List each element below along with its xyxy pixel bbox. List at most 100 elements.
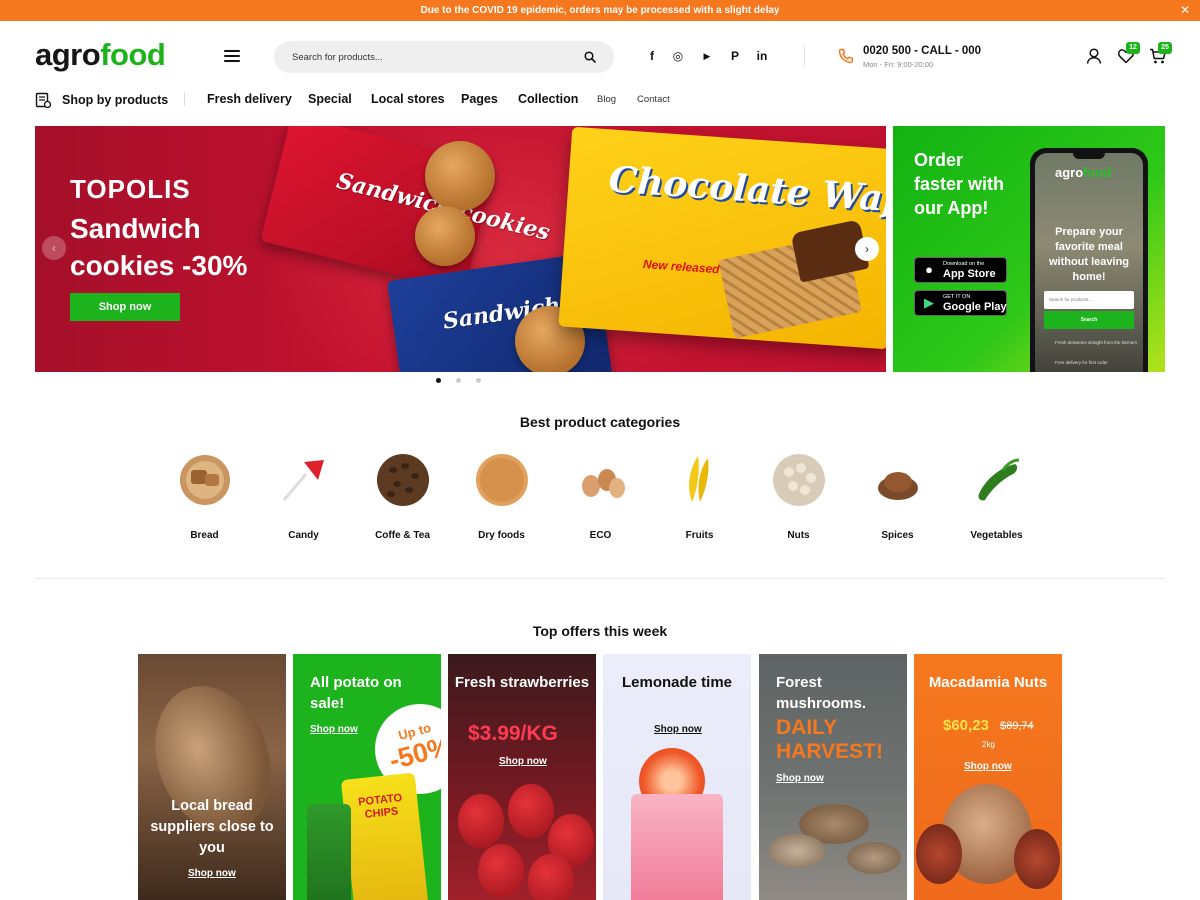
phone-feature: Fresh deliveries straight from the farme… [1055,340,1138,345]
nav-collection[interactable]: Collection [518,92,578,106]
category-vegetables[interactable]: Vegetables [947,450,1046,550]
cart-count-badge: 25 [1158,42,1172,54]
chips-bag-image [307,804,351,900]
facebook-icon[interactable]: f [645,49,659,63]
carousel-dot[interactable] [476,378,481,383]
cookie-image [415,206,475,266]
offer-card-macadamia[interactable]: Macadamia Nuts $60,23 $89,74 2kg Shop no… [914,654,1062,900]
nav-fresh-delivery[interactable]: Fresh delivery [207,92,292,106]
phone-screen: agrofood Prepare your favorite meal with… [1035,153,1143,372]
app-store-small: Download on the [943,261,985,267]
app-promo-banner[interactable]: Order faster with our App! ● Download on… [893,126,1165,372]
lemonade-glass-image [631,794,723,900]
user-icon[interactable] [1085,47,1103,65]
category-coffee-tea[interactable]: Coffe & Tea [353,450,452,550]
app-promo-title: Order faster with our App! [914,150,1005,218]
cookie-image [425,141,495,211]
phone-mockup-image: agrofood Prepare your favorite meal with… [1030,148,1148,372]
category-name: Nuts [787,530,810,541]
carousel-dots [436,378,481,384]
nav-contact[interactable]: Contact [637,94,670,105]
phone-promo-text: Prepare your favorite meal without leavi… [1048,226,1130,283]
offer-card-strawberries[interactable]: Fresh strawberries $3.99/KG Shop now [448,654,596,900]
offer-shop-now-link[interactable]: Shop now [964,761,1012,772]
notice-bar: Due to the COVID 19 epidemic, orders may… [0,0,1200,21]
offer-title: Lemonade time [621,674,733,691]
offer-title: Local bread suppliers close to you [150,798,274,856]
category-spices[interactable]: Spices [848,450,947,550]
offer-title: Macadamia Nuts [928,674,1048,691]
offer-weight: 2kg [982,740,995,749]
category-fruits[interactable]: Fruits [650,450,749,550]
next-slide-icon[interactable]: › [855,237,879,261]
hero-shop-now-button[interactable]: Shop now [70,293,180,321]
menu-icon[interactable] [224,50,240,62]
category-dry-foods[interactable]: Dry foods [452,450,551,550]
bread-icon [180,455,230,505]
spices-icon [878,472,918,500]
nav-special[interactable]: Special [308,92,352,106]
strawberry-image [508,784,554,838]
linkedin-icon[interactable]: in [755,49,769,63]
hero-headline: Sandwich cookies -30% [70,213,248,281]
prev-slide-icon[interactable]: ‹ [42,236,66,260]
close-icon[interactable]: ✕ [1178,0,1192,21]
chips-label: POTATO CHIPS [357,791,403,821]
instagram-icon[interactable]: ◎ [671,49,685,63]
offer-title: Forest mushrooms. [776,674,867,712]
category-name: Spices [881,530,914,541]
categories-title: Best product categories [519,414,681,430]
category-eco[interactable]: ECO [551,450,650,550]
phone-feature: Free delivery for first order [1055,360,1108,365]
offer-highlight: DAILY HARVEST! [776,716,883,763]
dry-foods-icon [476,454,528,506]
category-bread[interactable]: Bread [155,450,254,550]
offer-card-bread[interactable]: Local bread suppliers close to you Shop … [138,654,286,900]
pack-yellow-label: Chocolate Wafer [607,158,886,224]
phone-hours: Mon - Fri: 9:00-20:00 [863,60,934,69]
wishlist-count-badge: 12 [1126,42,1140,54]
search-bar [274,41,614,73]
hero-brand: TOPOLIS [70,174,191,204]
strawberry-image [478,844,524,898]
offer-shop-now-link[interactable]: Shop now [654,724,702,735]
category-nuts[interactable]: Nuts [749,450,848,550]
offer-shop-now-link[interactable]: Shop now [188,868,236,879]
search-icon[interactable] [584,51,596,63]
eggs-icon [582,469,625,498]
pinterest-icon[interactable]: P [728,49,742,63]
carousel-dot[interactable] [456,378,461,383]
shop-by-products-menu[interactable]: Shop by products [35,90,168,110]
offers-title: Top offers this week [532,623,668,639]
offer-shop-now-link[interactable]: Shop now [310,724,358,735]
hero-banner[interactable]: Sandwich cookies Sandwich cookies Chocol… [35,126,886,372]
mushroom-image [769,834,825,868]
nuts-icon [773,454,825,506]
google-play-button[interactable]: ▶ GET IT ON Google Play [914,290,1007,316]
apple-icon: ● [925,262,933,277]
youtube-icon[interactable]: ▶ [700,49,714,63]
category-name: Fruits [685,530,714,541]
offer-old-price: $89,74 [1000,720,1034,732]
strawberry-image [528,854,574,900]
notice-text: Due to the COVID 19 epidemic, orders may… [420,5,780,16]
phone-search-button: Search [1044,311,1134,329]
offer-card-lemonade[interactable]: Lemonade time Shop now [603,654,751,900]
app-store-big: App Store [943,268,996,280]
nav-blog[interactable]: Blog [597,94,616,105]
offer-card-potato[interactable]: All potato on sale! Shop now Up to -50% … [293,654,441,900]
category-candy[interactable]: Candy [254,450,353,550]
offer-card-mushrooms[interactable]: Forest mushrooms. DAILY HARVEST! Shop no… [759,654,907,900]
section-divider [35,578,1165,579]
carousel-dot[interactable] [436,378,441,383]
mushroom-image [847,842,901,874]
nav-local-stores[interactable]: Local stores [371,92,445,106]
category-name: ECO [589,530,612,541]
phone-number[interactable]: 0020 500 - CALL - 000 [863,45,981,57]
logo[interactable]: agrofood [35,37,166,73]
nav-pages[interactable]: Pages [461,92,498,106]
offer-shop-now-link[interactable]: Shop now [499,756,547,767]
search-input[interactable] [292,41,572,73]
offer-shop-now-link[interactable]: Shop now [776,773,824,784]
app-store-button[interactable]: ● Download on the App Store [914,257,1007,283]
